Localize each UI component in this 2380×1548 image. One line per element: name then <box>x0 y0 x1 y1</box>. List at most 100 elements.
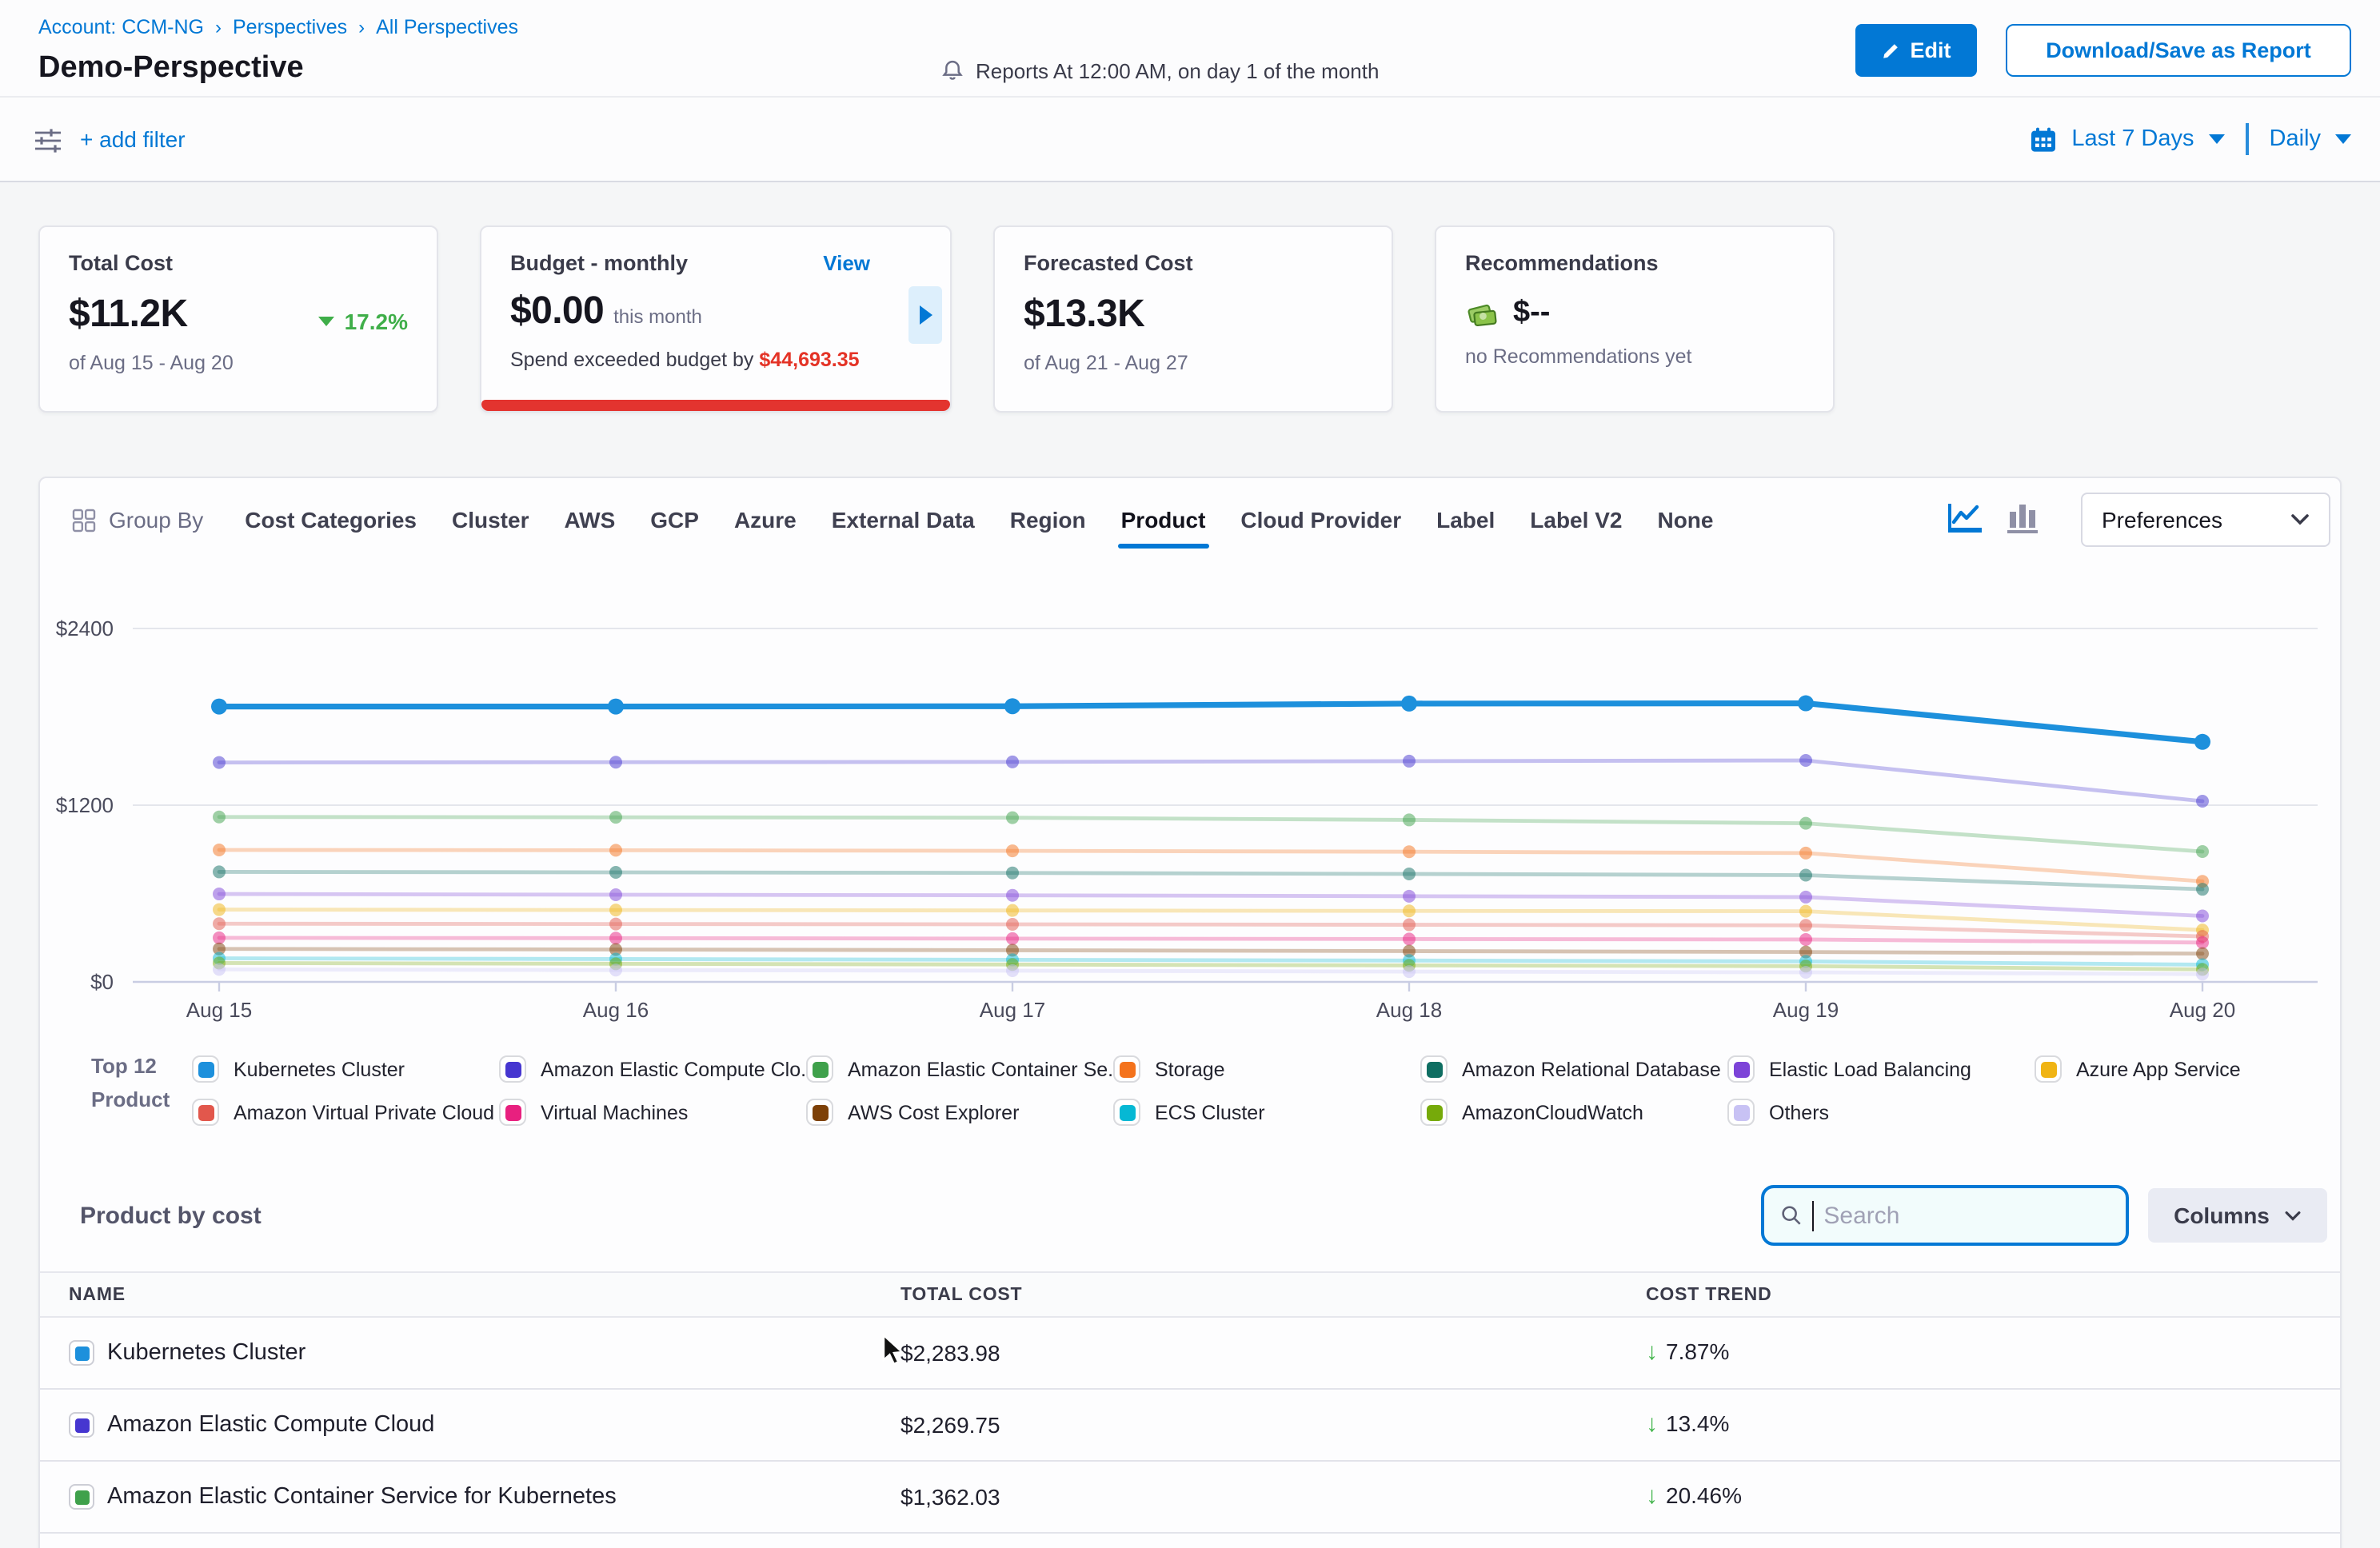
breadcrumb-perspectives-link[interactable]: Perspectives <box>233 16 347 38</box>
table-row-amazon-elastic-compute-cloud[interactable]: Amazon Elastic Compute Cloud$2,269.75↓13… <box>40 1390 2340 1462</box>
edit-button-label: Edit <box>1911 38 1951 62</box>
legend-swatch <box>1727 1099 1755 1126</box>
product-cost-table: NAME TOTAL COST COST TREND Kubernetes Clus… <box>40 1271 2340 1534</box>
group-by-tabs: Cost Categories Cluster AWS GCP Azure Externa… <box>245 507 1713 533</box>
legend-swatch <box>1727 1055 1755 1083</box>
product-name: Amazon Elastic Container Service for Kub… <box>107 1484 617 1510</box>
tab-gcp[interactable]: GCP <box>650 507 699 533</box>
breadcrumb-separator: › <box>358 16 365 38</box>
trend-percent: 7.87% <box>1666 1339 1729 1364</box>
budget-card: Budget - monthly View $0.00 this month S… <box>480 225 952 413</box>
row-color-swatch <box>69 1340 94 1366</box>
summary-cards: Total Cost $11.2K 17.2% of Aug 15 - Aug … <box>38 225 2342 413</box>
legend-items: Kubernetes Cluster Amazon Elastic Compute… <box>192 1047 2298 1134</box>
add-filter-button[interactable]: + add filter <box>80 126 186 152</box>
legend-item-amazon-virtual-private-cloud[interactable]: Amazon Virtual Private Cloud <box>192 1099 499 1126</box>
legend-label: ECS Cluster <box>1155 1101 1265 1123</box>
tab-region[interactable]: Region <box>1010 507 1086 533</box>
preferences-dropdown[interactable]: Preferences <box>2081 493 2330 547</box>
total-cost-value: $11.2K <box>69 293 188 337</box>
date-range-dropdown[interactable]: Last 7 Days <box>2071 126 2194 152</box>
chevron-down-icon[interactable] <box>2335 134 2351 144</box>
chart-line-elastic-load-balancing <box>219 894 2202 916</box>
card-title: Recommendations <box>1465 251 1804 275</box>
chart-line-virtual-machines <box>219 938 2202 943</box>
product-name: Kubernetes Cluster <box>107 1340 305 1366</box>
chart-line-storage <box>219 850 2202 881</box>
tab-label-v2[interactable]: Label V2 <box>1530 507 1622 533</box>
legend-swatch <box>1420 1055 1448 1083</box>
breadcrumb-all-perspectives-link[interactable]: All Perspectives <box>376 16 518 38</box>
download-button-label: Download/Save as Report <box>2046 38 2311 62</box>
filter-sliders-icon[interactable] <box>32 125 64 157</box>
tab-external-data[interactable]: External Data <box>832 507 975 533</box>
legend-label: Virtual Machines <box>541 1101 688 1123</box>
tab-product[interactable]: Product <box>1121 507 1206 533</box>
forecasted-cost-value: $13.3K <box>1024 293 1144 337</box>
table-toolbar: Product by cost Columns <box>40 1182 2340 1252</box>
legend-item-amazon-relational-database[interactable]: Amazon Relational Database ... <box>1420 1055 1727 1083</box>
svg-text:Aug 17: Aug 17 <box>980 998 1045 1022</box>
breadcrumb-account-link[interactable]: Account: CCM-NG <box>38 16 204 38</box>
columns-button-label: Columns <box>2174 1203 2270 1228</box>
legend-item-kubernetes-cluster[interactable]: Kubernetes Cluster <box>192 1055 499 1083</box>
legend-item-amazon-elastic-compute-clo[interactable]: Amazon Elastic Compute Clo... <box>499 1055 806 1083</box>
column-header-name[interactable]: NAME <box>69 1286 126 1305</box>
legend-label: AmazonCloudWatch <box>1462 1101 1643 1123</box>
column-header-cost-trend[interactable]: COST TREND <box>1646 1286 1772 1305</box>
legend-label: Amazon Elastic Container Se... <box>848 1058 1124 1080</box>
legend-item-amazon-elastic-container-se[interactable]: Amazon Elastic Container Se... <box>806 1055 1113 1083</box>
budget-value-suffix: this month <box>613 305 702 328</box>
tab-cloud-provider[interactable]: Cloud Provider <box>1240 507 1401 533</box>
budget-view-link[interactable]: View <box>823 251 870 275</box>
tab-label[interactable]: Label <box>1436 507 1495 533</box>
edit-button[interactable]: Edit <box>1855 24 1977 77</box>
time-controls: Last 7 Days Daily <box>2030 98 2351 181</box>
legend-label: Kubernetes Cluster <box>234 1058 405 1080</box>
total-cost-cell: $1,362.03 <box>900 1484 1000 1510</box>
granularity-dropdown[interactable]: Daily <box>2270 126 2321 152</box>
budget-next-button[interactable] <box>908 286 942 344</box>
svg-text:$2400: $2400 <box>56 616 114 640</box>
column-header-total-cost[interactable]: TOTAL COST <box>900 1286 1022 1305</box>
money-icon <box>1465 298 1500 329</box>
line-chart-icon[interactable] <box>1947 501 1985 536</box>
download-save-report-button[interactable]: Download/Save as Report <box>2006 24 2351 77</box>
legend-item-others[interactable]: Others <box>1727 1099 2035 1126</box>
reports-note-text: Reports At 12:00 AM, on day 1 of the mon… <box>976 58 1379 82</box>
cost-line-chart[interactable]: $0$1200$2400Aug 15Aug 16Aug 17Aug 18Aug … <box>40 596 2342 1041</box>
table-row-kubernetes-cluster[interactable]: Kubernetes Cluster$2,283.98↓7.87% <box>40 1318 2340 1390</box>
legend-item-storage[interactable]: Storage <box>1113 1055 1420 1083</box>
tab-cluster[interactable]: Cluster <box>452 507 529 533</box>
legend-item-amazoncloudwatch[interactable]: AmazonCloudWatch <box>1420 1099 1727 1126</box>
table-row-amazon-elastic-container-service-for-kubernetes[interactable]: Amazon Elastic Container Service for Kub… <box>40 1462 2340 1534</box>
tab-cost-categories[interactable]: Cost Categories <box>245 507 417 533</box>
chart-line-kubernetes-cluster <box>219 704 2202 742</box>
chevron-down-icon[interactable] <box>2209 134 2225 144</box>
svg-text:Aug 18: Aug 18 <box>1376 998 1442 1022</box>
legend-item-elastic-load-balancing[interactable]: Elastic Load Balancing <box>1727 1055 2035 1083</box>
grid-icon <box>72 508 96 532</box>
columns-button[interactable]: Columns <box>2148 1188 2327 1243</box>
forecasted-cost-period: of Aug 21 - Aug 27 <box>1024 352 1363 374</box>
recommendations-note: no Recommendations yet <box>1465 345 1804 368</box>
perspective-page: Account: CCM-NG › Perspectives › All Per… <box>0 0 2380 1548</box>
legend-item-aws-cost-explorer[interactable]: AWS Cost Explorer <box>806 1099 1113 1126</box>
total-cost-trend: 17.2% <box>319 309 408 334</box>
legend-label: Amazon Elastic Compute Clo... <box>541 1058 817 1080</box>
legend-item-azure-app-service[interactable]: Azure App Service <box>2035 1055 2298 1083</box>
legend-item-virtual-machines[interactable]: Virtual Machines <box>499 1099 806 1126</box>
search-input[interactable] <box>1761 1185 2129 1246</box>
table-header: NAME TOTAL COST COST TREND <box>40 1271 2340 1318</box>
bar-chart-icon[interactable] <box>2007 501 2039 536</box>
legend-item-ecs-cluster[interactable]: ECS Cluster <box>1113 1099 1420 1126</box>
tab-azure[interactable]: Azure <box>734 507 797 533</box>
tab-none[interactable]: None <box>1657 507 1713 533</box>
legend-swatch <box>1113 1099 1140 1126</box>
reports-schedule-note: Reports At 12:00 AM, on day 1 of the mon… <box>940 58 1379 83</box>
chart-legend: Top 12 Product Kubernetes ClusterAmazon … <box>40 1047 2340 1137</box>
tab-aws[interactable]: AWS <box>564 507 615 533</box>
budget-value: $0.00 <box>510 289 604 334</box>
search-field[interactable] <box>1823 1202 2110 1229</box>
page-title: Demo-Perspective <box>38 51 304 86</box>
